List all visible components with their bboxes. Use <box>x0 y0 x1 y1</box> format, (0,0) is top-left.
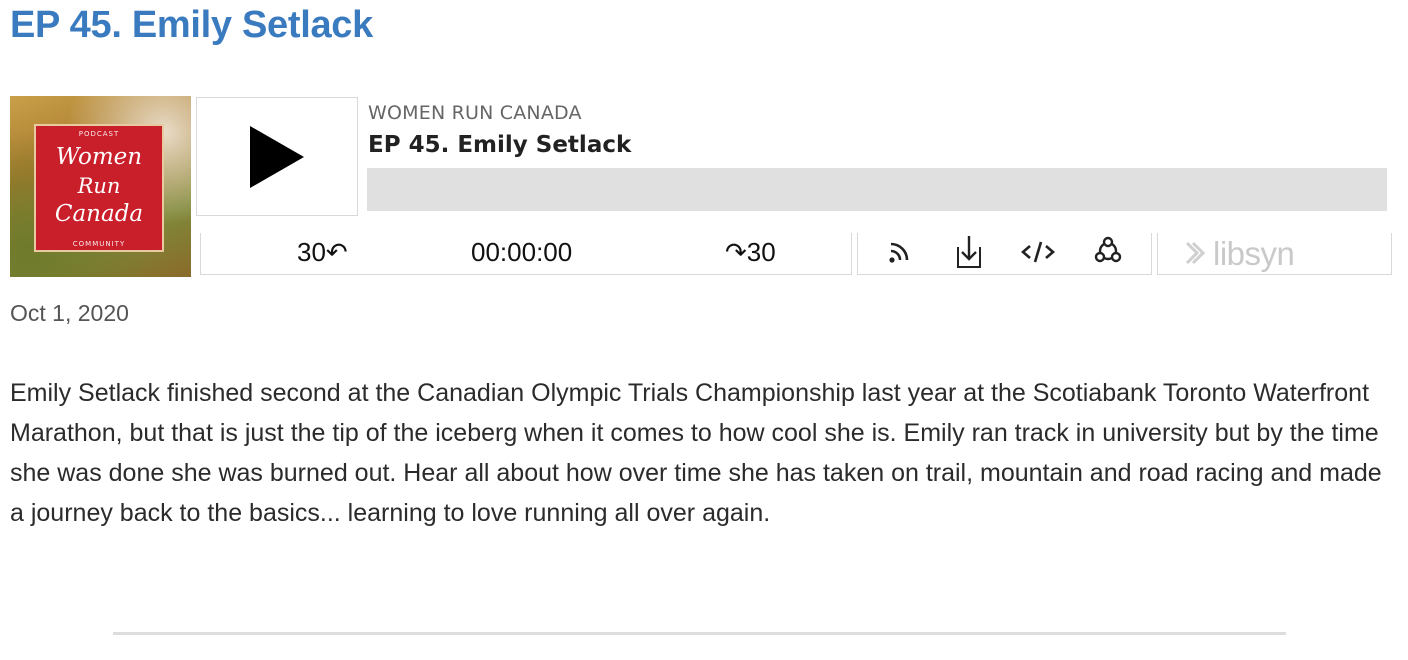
share-button[interactable] <box>1088 233 1128 271</box>
download-icon <box>957 236 981 268</box>
player-episode-title: EP 45. Emily Setlack <box>368 132 632 158</box>
play-button[interactable] <box>196 97 358 216</box>
current-time: 00:00:00 <box>471 237 573 267</box>
download-button[interactable] <box>949 233 989 271</box>
embed-button[interactable] <box>1018 233 1058 271</box>
divider <box>113 632 1286 635</box>
publish-date: Oct 1, 2020 <box>10 300 129 326</box>
page-title[interactable]: EP 45. Emily Setlack <box>10 4 373 47</box>
episode-description: Emily Setlack finished second at the Can… <box>10 379 1382 527</box>
forward-30-button[interactable]: ↷30 <box>725 237 776 268</box>
cover-logo: PODCAST Women Run Canada COMMUNITY <box>34 124 164 252</box>
libsyn-link[interactable]: libsyn <box>1157 233 1392 275</box>
cover-top-text: PODCAST <box>78 130 120 138</box>
cover-bottom-text: COMMUNITY <box>72 240 126 248</box>
rss-icon <box>889 242 909 263</box>
cover-line-3: Canada <box>54 201 144 227</box>
time-controls: 30↶ 00:00:00 ↷30 <box>200 233 852 275</box>
embed-icon <box>1021 241 1055 263</box>
rss-button[interactable] <box>880 233 920 271</box>
cover-art: PODCAST Women Run Canada COMMUNITY <box>10 96 191 277</box>
play-icon <box>250 125 304 188</box>
rewind-30-button[interactable]: 30↶ <box>297 237 348 268</box>
progress-bar[interactable] <box>367 168 1387 211</box>
player-tools <box>857 233 1152 275</box>
share-icon <box>1094 236 1122 263</box>
episode-page: EP 45. Emily Setlack PODCAST Women Run C… <box>0 0 1408 660</box>
podcast-name: WOMEN RUN CANADA <box>368 102 582 124</box>
libsyn-logo-icon <box>1185 241 1206 265</box>
cover-line-1: Women <box>55 144 143 170</box>
cover-line-2: Run <box>77 174 121 198</box>
podcast-player: PODCAST Women Run Canada COMMUNITY WOMEN… <box>10 96 1392 278</box>
libsyn-logo-text: libsyn <box>1213 235 1295 272</box>
